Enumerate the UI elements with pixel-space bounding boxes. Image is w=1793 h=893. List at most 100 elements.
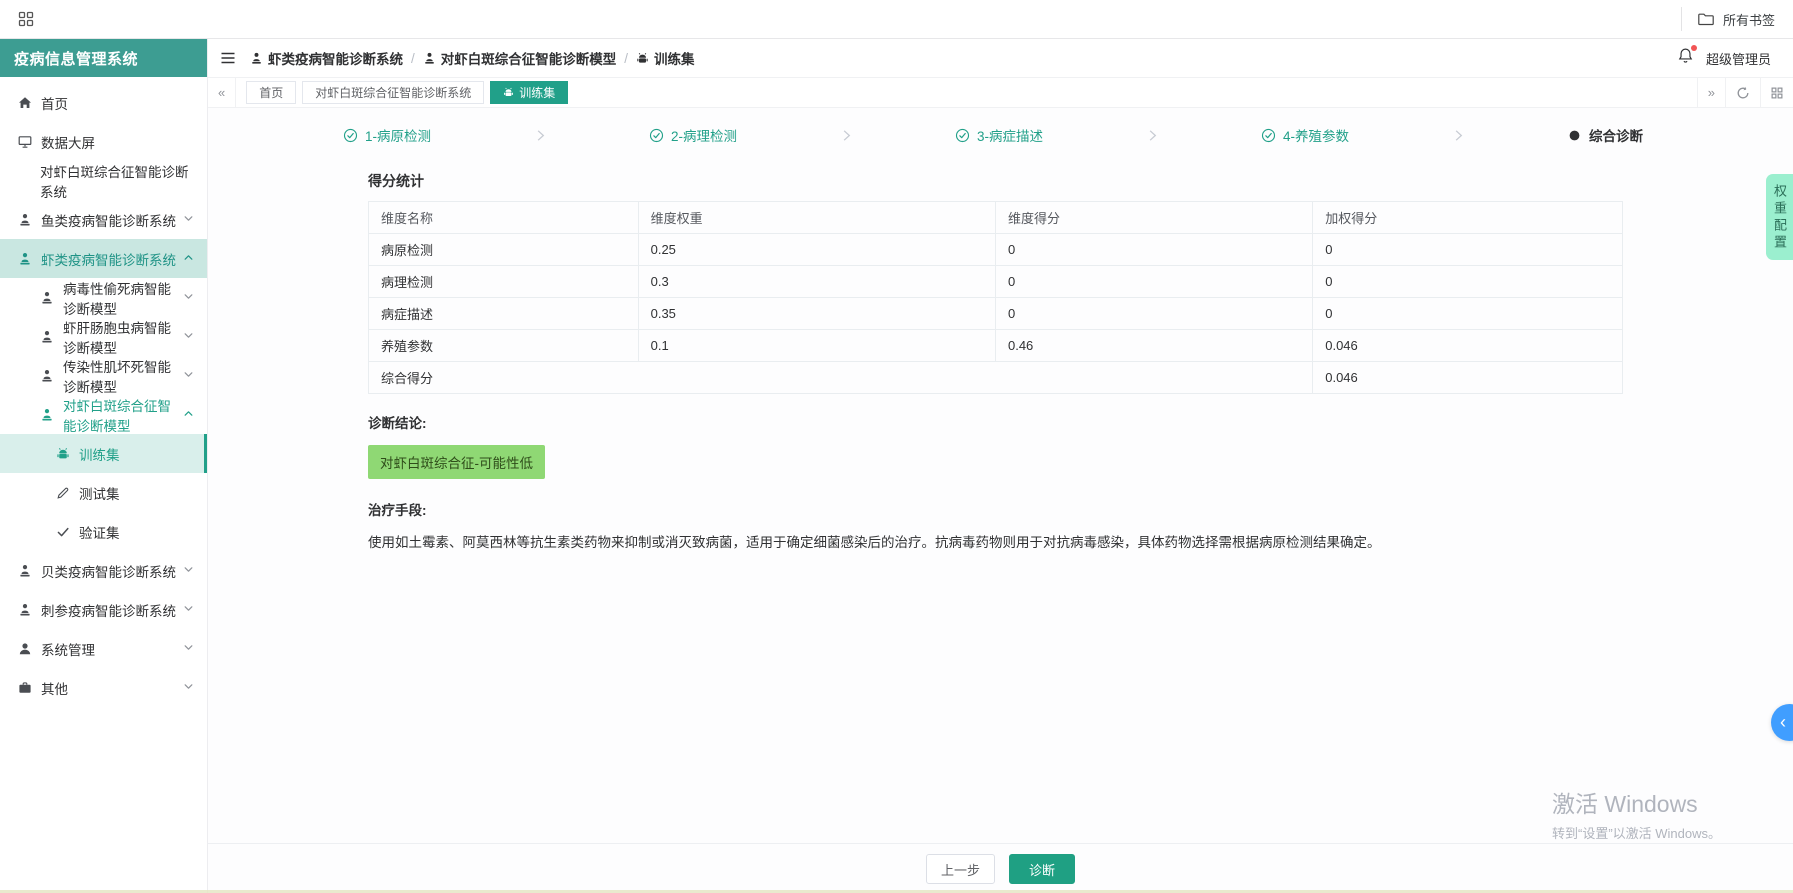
home-icon: [18, 96, 32, 110]
sidebar-item-imn-model[interactable]: 传染性肌坏死智能诊断模型: [0, 356, 207, 395]
open-tabs: 首页 对虾白斑综合征智能诊断系统 训练集: [236, 81, 578, 104]
step-4-养殖参数[interactable]: 4-养殖参数: [1261, 125, 1349, 145]
score-cell: 病理检测: [368, 265, 639, 298]
sidebar-item-shellfish-system[interactable]: 贝类疫病智能诊断系统: [0, 551, 207, 590]
step-check-icon: [649, 128, 664, 143]
sidebar-item-label: 虾肝肠胞虫病智能诊断模型: [63, 320, 171, 356]
step-label: 2-病理检测: [671, 129, 738, 144]
sidebar-item-system-admin[interactable]: 系统管理: [0, 629, 207, 668]
previous-step-button[interactable]: 上一步: [925, 854, 995, 884]
sidebar-item-data-screen[interactable]: 数据大屏: [0, 122, 207, 161]
score-table-title: 得分统计: [368, 173, 424, 189]
model-icon: [40, 330, 54, 344]
breadcrumb-separator: /: [411, 50, 415, 66]
sidebar-item-test-set[interactable]: 测试集: [0, 473, 207, 512]
robot-icon: [636, 52, 649, 65]
step-2-病理检测[interactable]: 2-病理检测: [649, 125, 737, 145]
sidebar-item-label: 对虾白斑综合征智能诊断模型: [63, 398, 171, 434]
collapse-menu-icon[interactable]: [220, 51, 236, 65]
model-icon: [250, 52, 263, 65]
score-cell: 0.25: [637, 233, 996, 266]
layout-grid-icon[interactable]: [1760, 78, 1793, 107]
chevron-down-icon: [182, 563, 195, 579]
briefcase-icon: [18, 681, 32, 695]
current-user[interactable]: 超级管理员: [1706, 49, 1771, 68]
sidebar-item-ehp-model[interactable]: 虾肝肠胞虫病智能诊断模型: [0, 317, 207, 356]
tab-groups-icon[interactable]: [18, 11, 34, 27]
tab-首页[interactable]: 首页: [246, 81, 297, 104]
sidebar-item-home[interactable]: 首页: [0, 83, 207, 122]
model-icon: [18, 564, 32, 578]
sidebar-item-other[interactable]: 其他: [0, 668, 207, 707]
table-row: 养殖参数 0.1 0.46 0.046: [368, 329, 1623, 362]
score-col-header: 维度权重: [637, 201, 996, 234]
topbar-right: 超级管理员: [1677, 45, 1771, 69]
score-col-header: 加权得分: [1312, 201, 1623, 234]
tabs-scroll-left-icon[interactable]: «: [208, 78, 237, 107]
browser-bar: 所有书签: [0, 0, 1793, 39]
sidebar-item-wssv-system[interactable]: 对虾白斑综合征智能诊断系统: [0, 161, 207, 200]
tab-训练集[interactable]: 训练集: [490, 81, 569, 104]
app-title: 疫病信息管理系统: [0, 39, 207, 77]
breadcrumb-label: 虾类疫病智能诊断系统: [268, 52, 403, 67]
step-3-病症描述[interactable]: 3-病症描述: [955, 125, 1043, 145]
sidebar-item-label: 训练集: [79, 447, 120, 463]
chevron-up-icon: [182, 407, 195, 423]
all-bookmarks[interactable]: 所有书签: [1680, 7, 1775, 31]
sidebar-item-label: 病毒性偷死病智能诊断模型: [63, 281, 171, 317]
weight-config-label: 权重配置: [1772, 184, 1787, 252]
step-综合诊断[interactable]: 综合诊断: [1567, 125, 1643, 145]
sidebar-item-seacucumber-system[interactable]: 刺参疫病智能诊断系统: [0, 590, 207, 629]
step-arrow-icon: [431, 126, 649, 145]
sidebar-item-shrimp-system[interactable]: 虾类疫病智能诊断系统: [0, 239, 207, 278]
model-icon: [423, 52, 436, 65]
treatment-text: 使用如土霉素、阿莫西林等抗生素类药物来抑制或消灭致病菌，适用于确定细菌感染后的治…: [368, 535, 1381, 550]
sidebar-item-label: 数据大屏: [41, 135, 95, 151]
sidebar-menu: 首页数据大屏对虾白斑综合征智能诊断系统 鱼类疫病智能诊断系统 虾类疫病智能诊断系统病…: [0, 77, 207, 893]
check-icon: [56, 525, 70, 539]
sidebar-item-verify-set[interactable]: 验证集: [0, 512, 207, 551]
result-section: 得分统计 维度名称 维度权重 维度得分 加权得分 病原检测 0.25 0 0 病理检测 0.3 0…: [208, 153, 1793, 554]
score-cell: 养殖参数: [368, 329, 639, 362]
breadcrumb-separator: /: [624, 50, 629, 66]
table-row: 病理检测 0.3 0 0: [368, 265, 1623, 298]
tab-label: 对虾白斑综合征智能诊断系统: [315, 86, 472, 100]
score-col-header: 维度得分: [994, 201, 1314, 234]
step-check-icon: [343, 128, 358, 143]
step-1-病原检测[interactable]: 1-病原检测: [343, 125, 431, 145]
total-value-cell: 0.046: [1312, 361, 1623, 394]
panel-toggle-button[interactable]: ‹: [1771, 704, 1793, 741]
sidebar-item-fish-system[interactable]: 鱼类疫病智能诊断系统: [0, 200, 207, 239]
topbar: 虾类疫病智能诊断系统 / 对虾白斑综合征智能诊断模型 / 训练集 超级管理员: [208, 39, 1793, 78]
breadcrumb-item[interactable]: 对虾白斑综合征智能诊断模型: [423, 48, 616, 68]
table-row-total: 综合得分 0.046: [367, 361, 1623, 394]
notification-badge: [1690, 45, 1697, 51]
refresh-icon[interactable]: [1725, 78, 1760, 107]
watermark-line2: 转到“设置”以激活 Windows。: [1551, 826, 1721, 841]
breadcrumb-item[interactable]: 虾类疫病智能诊断系统: [250, 48, 403, 68]
tabs-scroll-right-icon[interactable]: »: [1696, 78, 1725, 107]
notifications-bell-icon[interactable]: [1677, 45, 1697, 69]
weight-config-tab[interactable]: 权重配置: [1766, 174, 1793, 260]
score-cell: 0.35: [637, 297, 996, 330]
sidebar-item-training-set[interactable]: 训练集: [0, 434, 207, 473]
treatment-label: 治疗手段:: [368, 503, 427, 518]
chevron-down-icon: [182, 602, 195, 618]
sidebar-item-wssv-model[interactable]: 对虾白斑综合征智能诊断模型: [0, 395, 207, 434]
score-cell: 0.46: [994, 329, 1314, 362]
breadcrumb-item[interactable]: 训练集: [636, 48, 695, 68]
step-label: 1-病原检测: [365, 129, 432, 144]
score-cell: 病原检测: [368, 233, 639, 266]
score-table-header: 维度名称 维度权重 维度得分 加权得分: [368, 201, 1623, 234]
user-icon: [18, 642, 32, 656]
score-cell: 0: [1312, 265, 1623, 298]
step-arrow-icon: [737, 126, 955, 145]
model-icon: [18, 252, 32, 266]
model-icon: [18, 213, 32, 227]
sidebar-item-viral-covert-model[interactable]: 病毒性偷死病智能诊断模型: [0, 278, 207, 317]
score-cell: 0: [1312, 297, 1623, 330]
diagnose-button[interactable]: 诊断: [1009, 854, 1075, 884]
tab-对虾白斑综合征智能诊断系统[interactable]: 对虾白斑综合征智能诊断系统: [302, 81, 485, 104]
folder-icon: [1698, 12, 1714, 26]
model-icon: [18, 603, 32, 617]
